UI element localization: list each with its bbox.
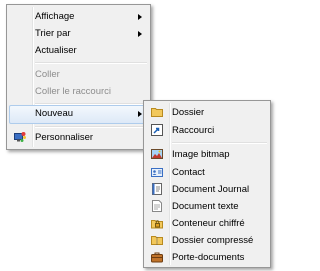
menu-item-label: Contact <box>172 167 205 178</box>
menu-item-personnaliser[interactable]: Personnaliser <box>9 129 148 147</box>
menu-item-label: Coller le raccourci <box>35 86 112 97</box>
text-document-icon <box>151 200 163 212</box>
menu-item-label: Document texte <box>172 201 239 212</box>
menu-item-label: Affichage <box>35 11 75 22</box>
menu-item-coller[interactable]: Coller <box>9 66 148 84</box>
folder-icon <box>151 106 163 118</box>
submenu-arrow-icon <box>138 31 142 37</box>
menu-item-label: Conteneur chiffré <box>172 218 245 229</box>
contact-card-icon <box>151 166 163 178</box>
menu-item-label: Image bitmap <box>172 149 230 160</box>
menu-item-label: Actualiser <box>35 45 77 56</box>
menu-item-affichage[interactable]: Affichage <box>9 8 148 26</box>
submenu-item-conteneur-chiffre[interactable]: Conteneur chiffré <box>146 215 268 233</box>
submenu-arrow-icon <box>138 111 142 117</box>
menu-item-trier-par[interactable]: Trier par <box>9 25 148 43</box>
submenu-item-document-texte[interactable]: Document texte <box>146 198 268 216</box>
menu-item-label: Dossier <box>172 107 205 118</box>
menu-item-actualiser[interactable]: Actualiser <box>9 42 148 60</box>
menu-separator <box>35 126 147 128</box>
submenu-item-dossier[interactable]: Dossier <box>146 104 268 122</box>
menu-item-label: Document Journal <box>172 184 250 195</box>
submenu-item-porte-documents[interactable]: Porte-documents <box>146 249 268 267</box>
encrypted-container-icon <box>151 217 163 229</box>
briefcase-icon <box>151 251 163 263</box>
menu-item-label: Personnaliser <box>35 132 94 143</box>
desktop-context-menu: Affichage Trier par Actualiser Coller Co… <box>6 4 151 150</box>
shortcut-icon <box>151 124 163 136</box>
menu-separator <box>172 142 267 144</box>
menu-item-coller-raccourci[interactable]: Coller le raccourci <box>9 83 148 101</box>
submenu-item-document-journal[interactable]: Document Journal <box>146 181 268 199</box>
submenu-item-raccourci[interactable]: Raccourci <box>146 122 268 140</box>
bitmap-image-icon <box>151 148 163 160</box>
nouveau-submenu: Dossier Raccourci Image bitmap Contact D… <box>143 100 271 268</box>
menu-item-label: Porte-documents <box>172 252 245 263</box>
journal-document-icon <box>151 183 163 195</box>
submenu-arrow-icon <box>138 14 142 20</box>
submenu-item-dossier-compresse[interactable]: Dossier compressé <box>146 232 268 250</box>
zip-folder-icon <box>151 234 163 246</box>
personalize-icon <box>14 131 26 143</box>
menu-item-label: Trier par <box>35 28 71 39</box>
submenu-item-contact[interactable]: Contact <box>146 164 268 182</box>
menu-item-label: Nouveau <box>35 108 74 119</box>
menu-separator <box>35 62 147 64</box>
menu-item-label: Coller <box>35 69 60 80</box>
menu-item-label: Raccourci <box>172 125 215 136</box>
submenu-item-image-bitmap[interactable]: Image bitmap <box>146 146 268 164</box>
menu-item-nouveau[interactable]: Nouveau <box>9 105 148 124</box>
menu-item-label: Dossier compressé <box>172 235 254 246</box>
